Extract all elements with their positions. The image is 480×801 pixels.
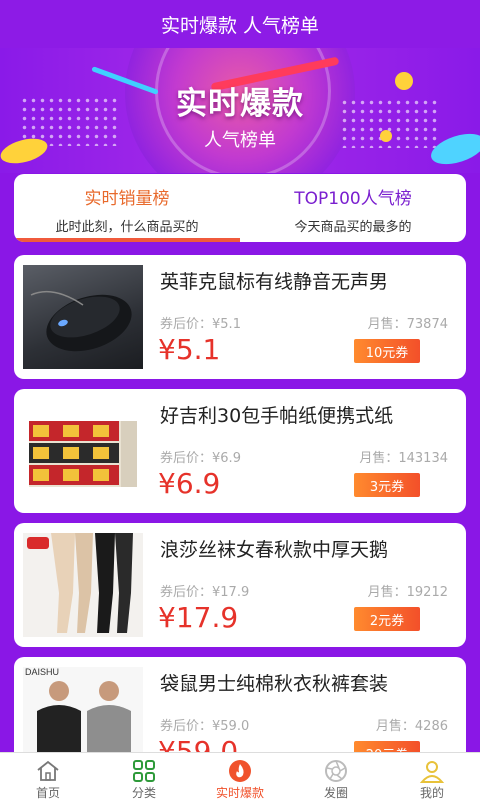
product-price: ¥17.9 xyxy=(158,601,239,634)
grid-icon xyxy=(133,760,155,782)
product-image-stockings xyxy=(23,533,143,637)
product-price: ¥6.9 xyxy=(158,467,221,500)
nav-label: 分类 xyxy=(131,786,156,800)
user-icon xyxy=(419,761,445,783)
monthly-sales: 月售：4286 xyxy=(375,719,448,734)
product-card[interactable]: 浪莎丝袜女春秋款中厚天鹅 券后价：¥17.9 月售：19212 ¥17.9 2元… xyxy=(14,523,466,647)
banner-subtitle: 人气榜单 xyxy=(204,130,276,151)
product-title: 好吉利30包手帕纸便携式纸 xyxy=(160,405,394,427)
coupon-button[interactable]: 2元券 xyxy=(354,607,420,631)
nav-label: 发圈 xyxy=(323,786,348,800)
tab-sales-ranking[interactable]: 实时销量榜 此时此刻，什么商品买的 xyxy=(14,174,240,242)
product-title: 袋鼠男士纯棉秋衣秋裤套装 xyxy=(160,673,389,695)
coupon-button[interactable]: 10元券 xyxy=(354,339,420,363)
product-card[interactable]: 英菲克鼠标有线静音无声男 券后价：¥5.1 月售：73874 ¥5.1 10元券 xyxy=(14,255,466,379)
monthly-sales: 月售：19212 xyxy=(367,585,448,600)
product-price: ¥5.1 xyxy=(158,333,221,366)
flame-icon xyxy=(229,760,251,782)
nav-category[interactable]: 分类 xyxy=(96,753,192,801)
nav-hot-items[interactable]: 实时爆款 xyxy=(192,753,288,801)
hero-banner: 实时爆款 人气榜单 xyxy=(0,48,480,173)
home-icon xyxy=(37,760,59,781)
tab-sublabel: 此时此刻，什么商品买的 xyxy=(55,220,199,235)
tab-top100[interactable]: TOP100人气榜 今天商品买的最多的 xyxy=(240,174,466,242)
product-image-mouse xyxy=(23,265,143,369)
product-title: 英菲克鼠标有线静音无声男 xyxy=(160,271,389,293)
tab-label: TOP100人气榜 xyxy=(294,189,412,209)
coupon-price: 券后价：¥5.1 xyxy=(160,317,241,332)
tab-label: 实时销量榜 xyxy=(84,189,170,209)
banner-title: 实时爆款 xyxy=(176,86,304,122)
page-title: 实时爆款 人气榜单 xyxy=(160,14,320,37)
product-title: 浪莎丝袜女春秋款中厚天鹅 xyxy=(160,539,389,561)
active-tab-indicator xyxy=(14,238,240,242)
top-bar: 实时爆款 人气榜单 xyxy=(0,0,480,48)
bottom-navigation: 首页 分类 实时爆款 发圈 我的 xyxy=(0,752,480,801)
nav-profile[interactable]: 我的 xyxy=(384,753,480,801)
monthly-sales: 月售：143134 xyxy=(359,451,448,466)
brand-label: DAISHU xyxy=(25,667,60,677)
nav-label: 首页 xyxy=(35,786,60,800)
coupon-price: 券后价：¥59.0 xyxy=(160,719,250,734)
ranking-tabs: 实时销量榜 此时此刻，什么商品买的 TOP100人气榜 今天商品买的最多的 xyxy=(14,174,466,242)
nav-label: 实时爆款 xyxy=(215,786,264,800)
aperture-icon xyxy=(325,760,347,782)
product-card[interactable]: 好吉利30包手帕纸便携式纸 券后价：¥6.9 月售：143134 ¥6.9 3元… xyxy=(14,389,466,513)
nav-label: 我的 xyxy=(419,786,444,800)
coupon-button[interactable]: 3元券 xyxy=(354,473,420,497)
coupon-price: 券后价：¥17.9 xyxy=(160,585,250,600)
nav-moments[interactable]: 发圈 xyxy=(288,753,384,801)
product-image-tissues xyxy=(23,399,143,503)
tab-sublabel: 今天商品买的最多的 xyxy=(294,220,412,235)
monthly-sales: 月售：73874 xyxy=(367,317,448,332)
coupon-price: 券后价：¥6.9 xyxy=(160,451,241,466)
nav-home[interactable]: 首页 xyxy=(0,753,96,801)
